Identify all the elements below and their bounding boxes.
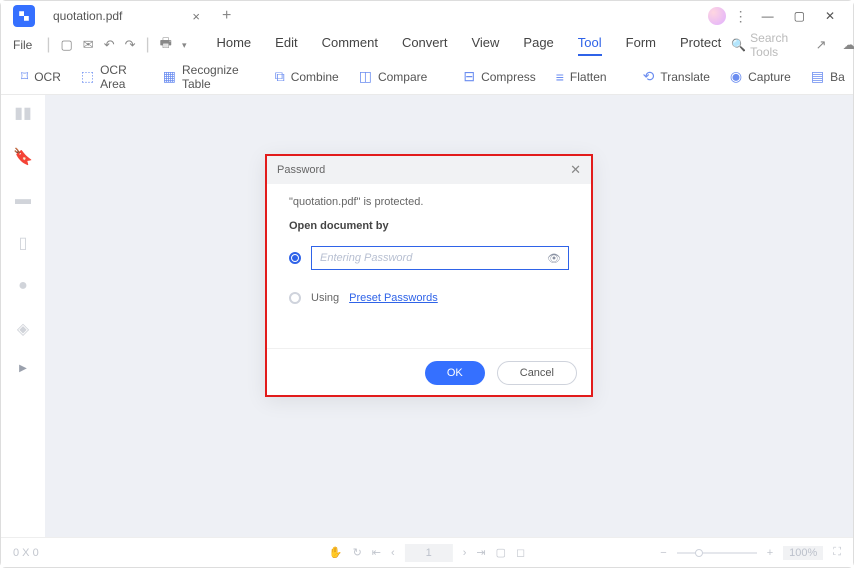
cloud-icon[interactable]: ☁ xyxy=(842,37,854,53)
minimize-button[interactable]: — xyxy=(756,9,780,23)
zoom-slider[interactable] xyxy=(677,552,757,554)
cursor-position: 0 X 0 xyxy=(13,547,39,559)
compress-button[interactable]: ⊟Compress xyxy=(457,68,541,85)
compare-button[interactable]: ◫Compare xyxy=(353,68,434,85)
app-icon xyxy=(13,5,35,27)
maximize-button[interactable]: ▢ xyxy=(788,9,811,23)
first-page-icon[interactable]: ⇤ xyxy=(372,546,381,559)
print-icon[interactable]: 🖶 xyxy=(160,34,172,56)
fit-width-icon[interactable]: ◻ xyxy=(516,546,525,559)
menu-form[interactable]: Form xyxy=(626,35,656,56)
ocr-area-button[interactable]: ⬚OCR Area xyxy=(75,63,133,91)
capture-icon: ◉ xyxy=(730,68,742,85)
password-input[interactable] xyxy=(311,246,569,270)
menu-protect[interactable]: Protect xyxy=(680,35,721,56)
translate-button[interactable]: ⟲Translate xyxy=(637,68,716,85)
print-dropdown-icon[interactable]: ▾ xyxy=(182,40,187,51)
file-menu[interactable]: File xyxy=(13,38,32,52)
dialog-title: Password xyxy=(277,164,325,176)
search-placeholder: Search Tools xyxy=(750,31,800,59)
dialog-close-icon[interactable]: ✕ xyxy=(570,162,581,178)
fullscreen-icon[interactable]: ⛶ xyxy=(833,546,841,559)
compare-icon: ◫ xyxy=(359,68,372,85)
expand-left-icon[interactable]: ▶ xyxy=(19,363,27,374)
search-tools[interactable]: 🔍 Search Tools xyxy=(731,31,800,59)
recognize-table-button[interactable]: ▦Recognize Table xyxy=(157,63,245,91)
dialog-message: "quotation.pdf" is protected. xyxy=(289,196,569,208)
menu-view[interactable]: View xyxy=(471,35,499,56)
search-icon: 🔍 xyxy=(731,38,746,52)
cancel-button[interactable]: Cancel xyxy=(497,361,577,385)
dialog-subheading: Open document by xyxy=(289,220,569,232)
zoom-value[interactable]: 100% xyxy=(783,546,823,560)
save-icon[interactable]: ▢ xyxy=(61,37,73,53)
ocr-icon: ⌑ xyxy=(21,68,28,85)
new-tab-button[interactable]: + xyxy=(222,7,231,25)
menu-tool[interactable]: Tool xyxy=(578,35,602,56)
combine-button[interactable]: ⧉Combine xyxy=(269,68,345,85)
batch-button[interactable]: ▤Ba xyxy=(805,68,851,85)
page-number[interactable]: 1 xyxy=(405,544,453,562)
menu-edit[interactable]: Edit xyxy=(275,35,297,56)
tab-close-icon[interactable]: × xyxy=(192,9,200,24)
layers-icon[interactable]: ◈ xyxy=(17,319,29,339)
flatten-button[interactable]: ≡Flatten xyxy=(550,69,613,85)
attachments-icon[interactable]: ▯ xyxy=(19,233,28,253)
mail-icon[interactable]: ✉ xyxy=(83,37,94,53)
menu-home[interactable]: Home xyxy=(216,35,251,56)
menu-comment[interactable]: Comment xyxy=(322,35,378,56)
thumbnails-icon[interactable]: ▮▮ xyxy=(14,103,32,123)
ocr-area-icon: ⬚ xyxy=(81,68,94,85)
tool-toolbar: ⌑OCR ⬚OCR Area ▦Recognize Table ⧉Combine… xyxy=(1,59,853,95)
kebab-menu-icon[interactable]: ⋮ xyxy=(734,8,748,25)
zoom-in-icon[interactable]: + xyxy=(767,547,773,559)
password-dialog: Password ✕ "quotation.pdf" is protected.… xyxy=(265,154,593,397)
ok-button[interactable]: OK xyxy=(425,361,485,385)
hand-tool-icon[interactable]: ✋ xyxy=(329,546,343,559)
undo-icon[interactable]: ↶ xyxy=(104,37,115,53)
last-page-icon[interactable]: ⇥ xyxy=(476,546,485,559)
radio-preset-passwords[interactable] xyxy=(289,292,301,304)
flatten-icon: ≡ xyxy=(556,69,564,85)
zoom-out-icon[interactable]: − xyxy=(660,547,666,559)
user-avatar[interactable] xyxy=(708,7,726,25)
translate-icon: ⟲ xyxy=(643,68,655,85)
menu-tabs: Home Edit Comment Convert View Page Tool… xyxy=(216,35,721,56)
close-window-button[interactable]: ✕ xyxy=(819,9,841,23)
document-tab[interactable]: quotation.pdf × xyxy=(41,2,212,30)
fields-icon[interactable]: ● xyxy=(18,277,28,295)
using-label: Using xyxy=(311,292,339,304)
comments-icon[interactable]: ▬ xyxy=(15,191,31,209)
left-sidebar: ▮▮ 🔖 ▬ ▯ ● ◈ ▶ xyxy=(1,95,45,537)
combine-icon: ⧉ xyxy=(275,68,285,85)
preset-passwords-link[interactable]: Preset Passwords xyxy=(349,292,438,304)
fit-page-icon[interactable]: ▢ xyxy=(496,546,506,559)
batch-icon: ▤ xyxy=(811,68,824,85)
menubar: File | ▢ ✉ ↶ ↷ | 🖶 ▾ Home Edit Comment C… xyxy=(1,31,853,59)
redo-icon[interactable]: ↷ xyxy=(125,37,136,53)
ocr-button[interactable]: ⌑OCR xyxy=(15,68,67,85)
radio-enter-password[interactable] xyxy=(289,252,301,264)
capture-button[interactable]: ◉Capture xyxy=(724,68,797,85)
table-icon: ▦ xyxy=(163,68,176,85)
next-page-icon[interactable]: › xyxy=(463,547,467,559)
compress-icon: ⊟ xyxy=(463,68,475,85)
statusbar: 0 X 0 ✋ ↻ ⇤ ‹ 1 › ⇥ ▢ ◻ − + 100% ⛶ xyxy=(1,537,853,567)
tab-label: quotation.pdf xyxy=(53,9,122,23)
menu-convert[interactable]: Convert xyxy=(402,35,448,56)
titlebar: quotation.pdf × + ⋮ — ▢ ✕ xyxy=(1,1,853,31)
dialog-header: Password ✕ xyxy=(267,156,591,184)
share-icon[interactable]: ↗ xyxy=(814,37,828,53)
bookmarks-icon[interactable]: 🔖 xyxy=(13,147,33,167)
prev-page-icon[interactable]: ‹ xyxy=(391,547,395,559)
menu-page[interactable]: Page xyxy=(523,35,553,56)
rotate-icon[interactable]: ↻ xyxy=(353,546,362,559)
